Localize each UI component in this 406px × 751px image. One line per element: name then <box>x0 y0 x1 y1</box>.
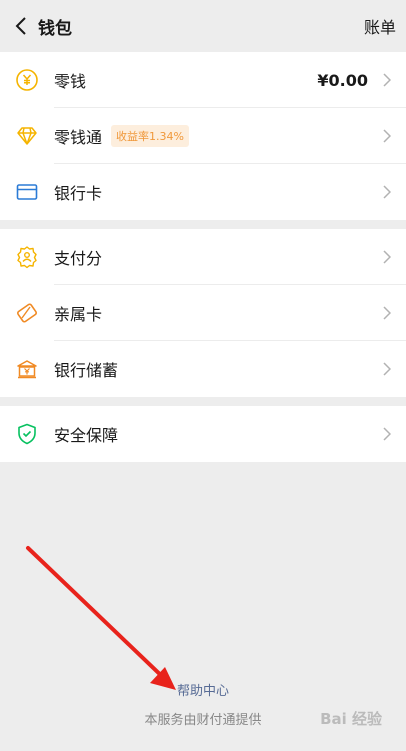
chevron-right-icon <box>374 73 400 87</box>
change-balance-row[interactable]: 零钱 ¥0.00 <box>0 52 406 108</box>
pay-score-row[interactable]: 支付分 <box>0 229 406 285</box>
wallet-group-1: 零钱 ¥0.00 零钱通 收益率1.34% 银行卡 <box>0 52 406 220</box>
row-label: 零钱 <box>54 72 87 91</box>
back-button[interactable] <box>8 6 34 46</box>
balance-value: ¥0.00 <box>317 70 368 90</box>
row-label: 银行储蓄 <box>54 361 119 380</box>
row-label: 银行卡 <box>54 184 103 203</box>
row-label: 安全保障 <box>54 426 119 445</box>
row-label: 亲属卡 <box>54 305 103 324</box>
wallet-group-2: 支付分 亲属卡 银行储蓄 <box>0 229 406 397</box>
bill-button[interactable]: 账单 <box>364 14 396 38</box>
security-row[interactable]: 安全保障 <box>0 406 406 462</box>
bank-card-row[interactable]: 银行卡 <box>0 164 406 220</box>
chevron-right-icon <box>374 250 400 264</box>
help-center-link[interactable]: 帮助中心 <box>0 680 406 699</box>
wallet-group-3: 安全保障 <box>0 406 406 462</box>
diamond-icon <box>14 123 40 149</box>
shield-icon <box>14 421 40 447</box>
yield-badge: 收益率1.34% <box>111 125 189 147</box>
chevron-left-icon <box>15 17 26 35</box>
row-label: 零钱通 <box>54 128 103 147</box>
lingqiantong-row[interactable]: 零钱通 收益率1.34% <box>0 108 406 164</box>
chevron-right-icon <box>374 185 400 199</box>
row-label: 支付分 <box>54 249 103 268</box>
chevron-right-icon <box>374 306 400 320</box>
watermark: Bai 经验 <box>320 710 382 728</box>
family-card-row[interactable]: 亲属卡 <box>0 285 406 341</box>
chevron-right-icon <box>374 427 400 441</box>
coin-icon <box>14 67 40 93</box>
pay-score-icon <box>14 244 40 270</box>
chevron-right-icon <box>374 362 400 376</box>
page-title: 钱包 <box>38 18 72 39</box>
family-card-icon <box>14 300 40 326</box>
chevron-right-icon <box>374 129 400 143</box>
bank-savings-icon <box>14 356 40 382</box>
bank-card-icon <box>14 179 40 205</box>
header: 钱包 账单 <box>0 0 406 52</box>
bank-savings-row[interactable]: 银行储蓄 <box>0 341 406 397</box>
